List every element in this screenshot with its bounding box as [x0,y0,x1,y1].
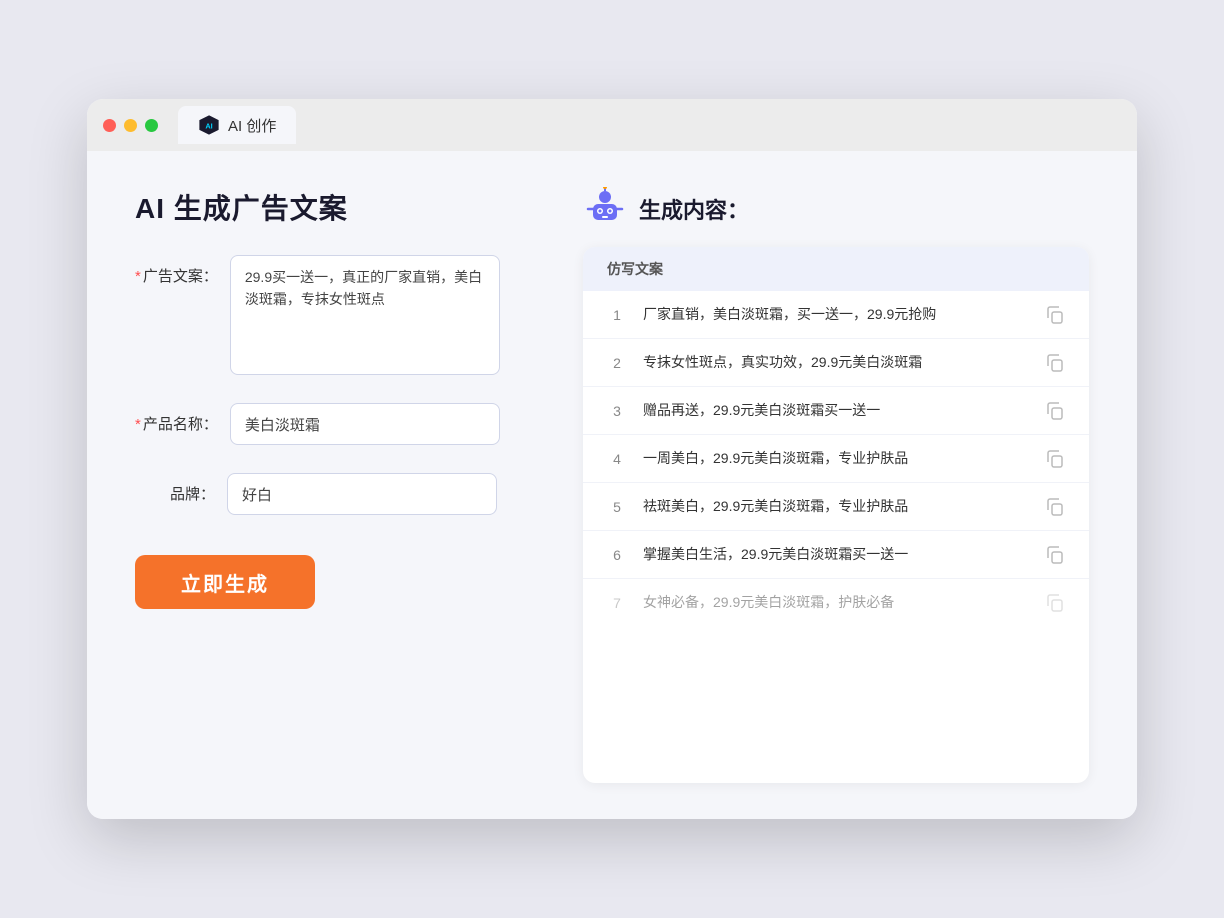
copy-icon-6[interactable] [1045,545,1065,565]
browser-window: AI AI 创作 AI 生成广告文案 *广告文案： 29.9买一送一，真正的厂家… [87,99,1137,819]
copy-icon-1[interactable] [1045,305,1065,325]
product-name-label: *产品名称： [135,403,218,434]
table-row: 1 厂家直销，美白淡斑霜，买一送一，29.9元抢购 [583,291,1089,339]
row-number-3: 3 [607,403,627,419]
row-number-6: 6 [607,547,627,563]
row-text-5: 祛斑美白，29.9元美白淡斑霜，专业护肤品 [643,496,1029,517]
copy-icon-3[interactable] [1045,401,1065,421]
table-row: 3 赠品再送，29.9元美白淡斑霜买一送一 [583,387,1089,435]
tab-label: AI 创作 [228,115,276,136]
row-number-2: 2 [607,355,627,371]
right-title: 生成内容： [639,193,749,225]
page-title: AI 生成广告文案 [135,187,535,227]
generate-button[interactable]: 立即生成 [135,555,315,609]
content-area: AI 生成广告文案 *广告文案： 29.9买一送一，真正的厂家直销，美白淡斑霜，… [87,151,1137,819]
ai-tab-icon: AI [198,114,220,136]
minimize-button[interactable] [124,119,137,132]
row-text-1: 厂家直销，美白淡斑霜，买一送一，29.9元抢购 [643,304,1029,325]
table-header: 仿写文案 [583,247,1089,291]
table-row: 2 专抹女性斑点，真实功效，29.9元美白淡斑霜 [583,339,1089,387]
table-row-dimmed: 7 女神必备，29.9元美白淡斑霜，护肤必备 [583,579,1089,626]
row-text-3: 赠品再送，29.9元美白淡斑霜买一送一 [643,400,1029,421]
row-text-2: 专抹女性斑点，真实功效，29.9元美白淡斑霜 [643,352,1029,373]
row-number-4: 4 [607,451,627,467]
row-number-5: 5 [607,499,627,515]
robot-icon [583,187,627,231]
copy-icon-7[interactable] [1045,593,1065,613]
row-text-6: 掌握美白生活，29.9元美白淡斑霜买一送一 [643,544,1029,565]
brand-input[interactable] [227,473,497,515]
brand-label: 品牌： [135,473,215,504]
table-row: 6 掌握美白生活，29.9元美白淡斑霜买一送一 [583,531,1089,579]
table-row: 4 一周美白，29.9元美白淡斑霜，专业护肤品 [583,435,1089,483]
table-row: 5 祛斑美白，29.9元美白淡斑霜，专业护肤品 [583,483,1089,531]
ad-copy-label: *广告文案： [135,255,218,286]
svg-text:AI: AI [205,122,212,131]
copy-icon-4[interactable] [1045,449,1065,469]
right-panel: 生成内容： 仿写文案 1 厂家直销，美白淡斑霜，买一送一，29.9元抢购 2 专… [583,187,1089,783]
title-bar: AI AI 创作 [87,99,1137,151]
product-name-row: *产品名称： [135,403,535,445]
ai-creation-tab[interactable]: AI AI 创作 [178,106,296,144]
right-header: 生成内容： [583,187,1089,231]
results-table: 仿写文案 1 厂家直销，美白淡斑霜，买一送一，29.9元抢购 2 专抹女性斑点，… [583,247,1089,783]
ad-copy-textarea[interactable]: 29.9买一送一，真正的厂家直销，美白淡斑霜，专抹女性斑点 [230,255,500,375]
maximize-button[interactable] [145,119,158,132]
row-text-7: 女神必备，29.9元美白淡斑霜，护肤必备 [643,592,1029,613]
required-star-2: * [135,416,141,433]
required-star-1: * [135,268,141,285]
ad-copy-row: *广告文案： 29.9买一送一，真正的厂家直销，美白淡斑霜，专抹女性斑点 [135,255,535,375]
left-panel: AI 生成广告文案 *广告文案： 29.9买一送一，真正的厂家直销，美白淡斑霜，… [135,187,535,783]
brand-row: 品牌： [135,473,535,515]
row-text-4: 一周美白，29.9元美白淡斑霜，专业护肤品 [643,448,1029,469]
traffic-lights [103,119,158,132]
row-number-1: 1 [607,307,627,323]
copy-icon-5[interactable] [1045,497,1065,517]
row-number-7: 7 [607,595,627,611]
product-name-input[interactable] [230,403,500,445]
copy-icon-2[interactable] [1045,353,1065,373]
close-button[interactable] [103,119,116,132]
